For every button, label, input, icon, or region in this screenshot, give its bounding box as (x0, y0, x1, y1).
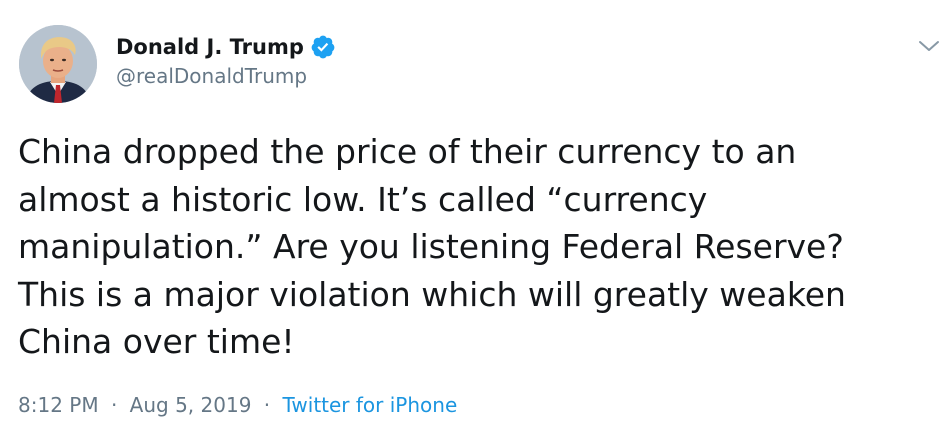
tweet-time[interactable]: 8:12 PM (18, 393, 99, 417)
avatar[interactable] (19, 25, 97, 103)
verified-badge-icon (310, 34, 336, 60)
author-name-row: Donald J. Trump (116, 33, 336, 61)
avatar-image (19, 25, 97, 103)
tweet-text: China dropped the price of their currenc… (18, 128, 938, 366)
tweet-text-line: China dropped the price of their currenc… (18, 132, 797, 171)
tweet-text-line: almost a historic low. It’s called “curr… (18, 179, 708, 219)
separator: · (110, 393, 118, 417)
tweet-card: Donald J. Trump @realDonaldTrump China d… (0, 0, 952, 442)
tweet-metadata: 8:12 PM · Aug 5, 2019 · Twitter for iPho… (18, 393, 457, 417)
tweet-text-line: China over time! (18, 322, 295, 361)
tweet-text-line: This is a major violation which will gre… (18, 274, 846, 314)
tweet-date[interactable]: Aug 5, 2019 (130, 393, 252, 417)
separator: · (263, 393, 271, 417)
tweet-text-line: manipulation.” Are you listening Federal… (18, 227, 844, 266)
user-handle[interactable]: @realDonaldTrump (116, 64, 307, 88)
tweet-source-link[interactable]: Twitter for iPhone (283, 393, 458, 417)
chevron-down-icon[interactable] (918, 38, 940, 52)
display-name[interactable]: Donald J. Trump (116, 35, 304, 59)
